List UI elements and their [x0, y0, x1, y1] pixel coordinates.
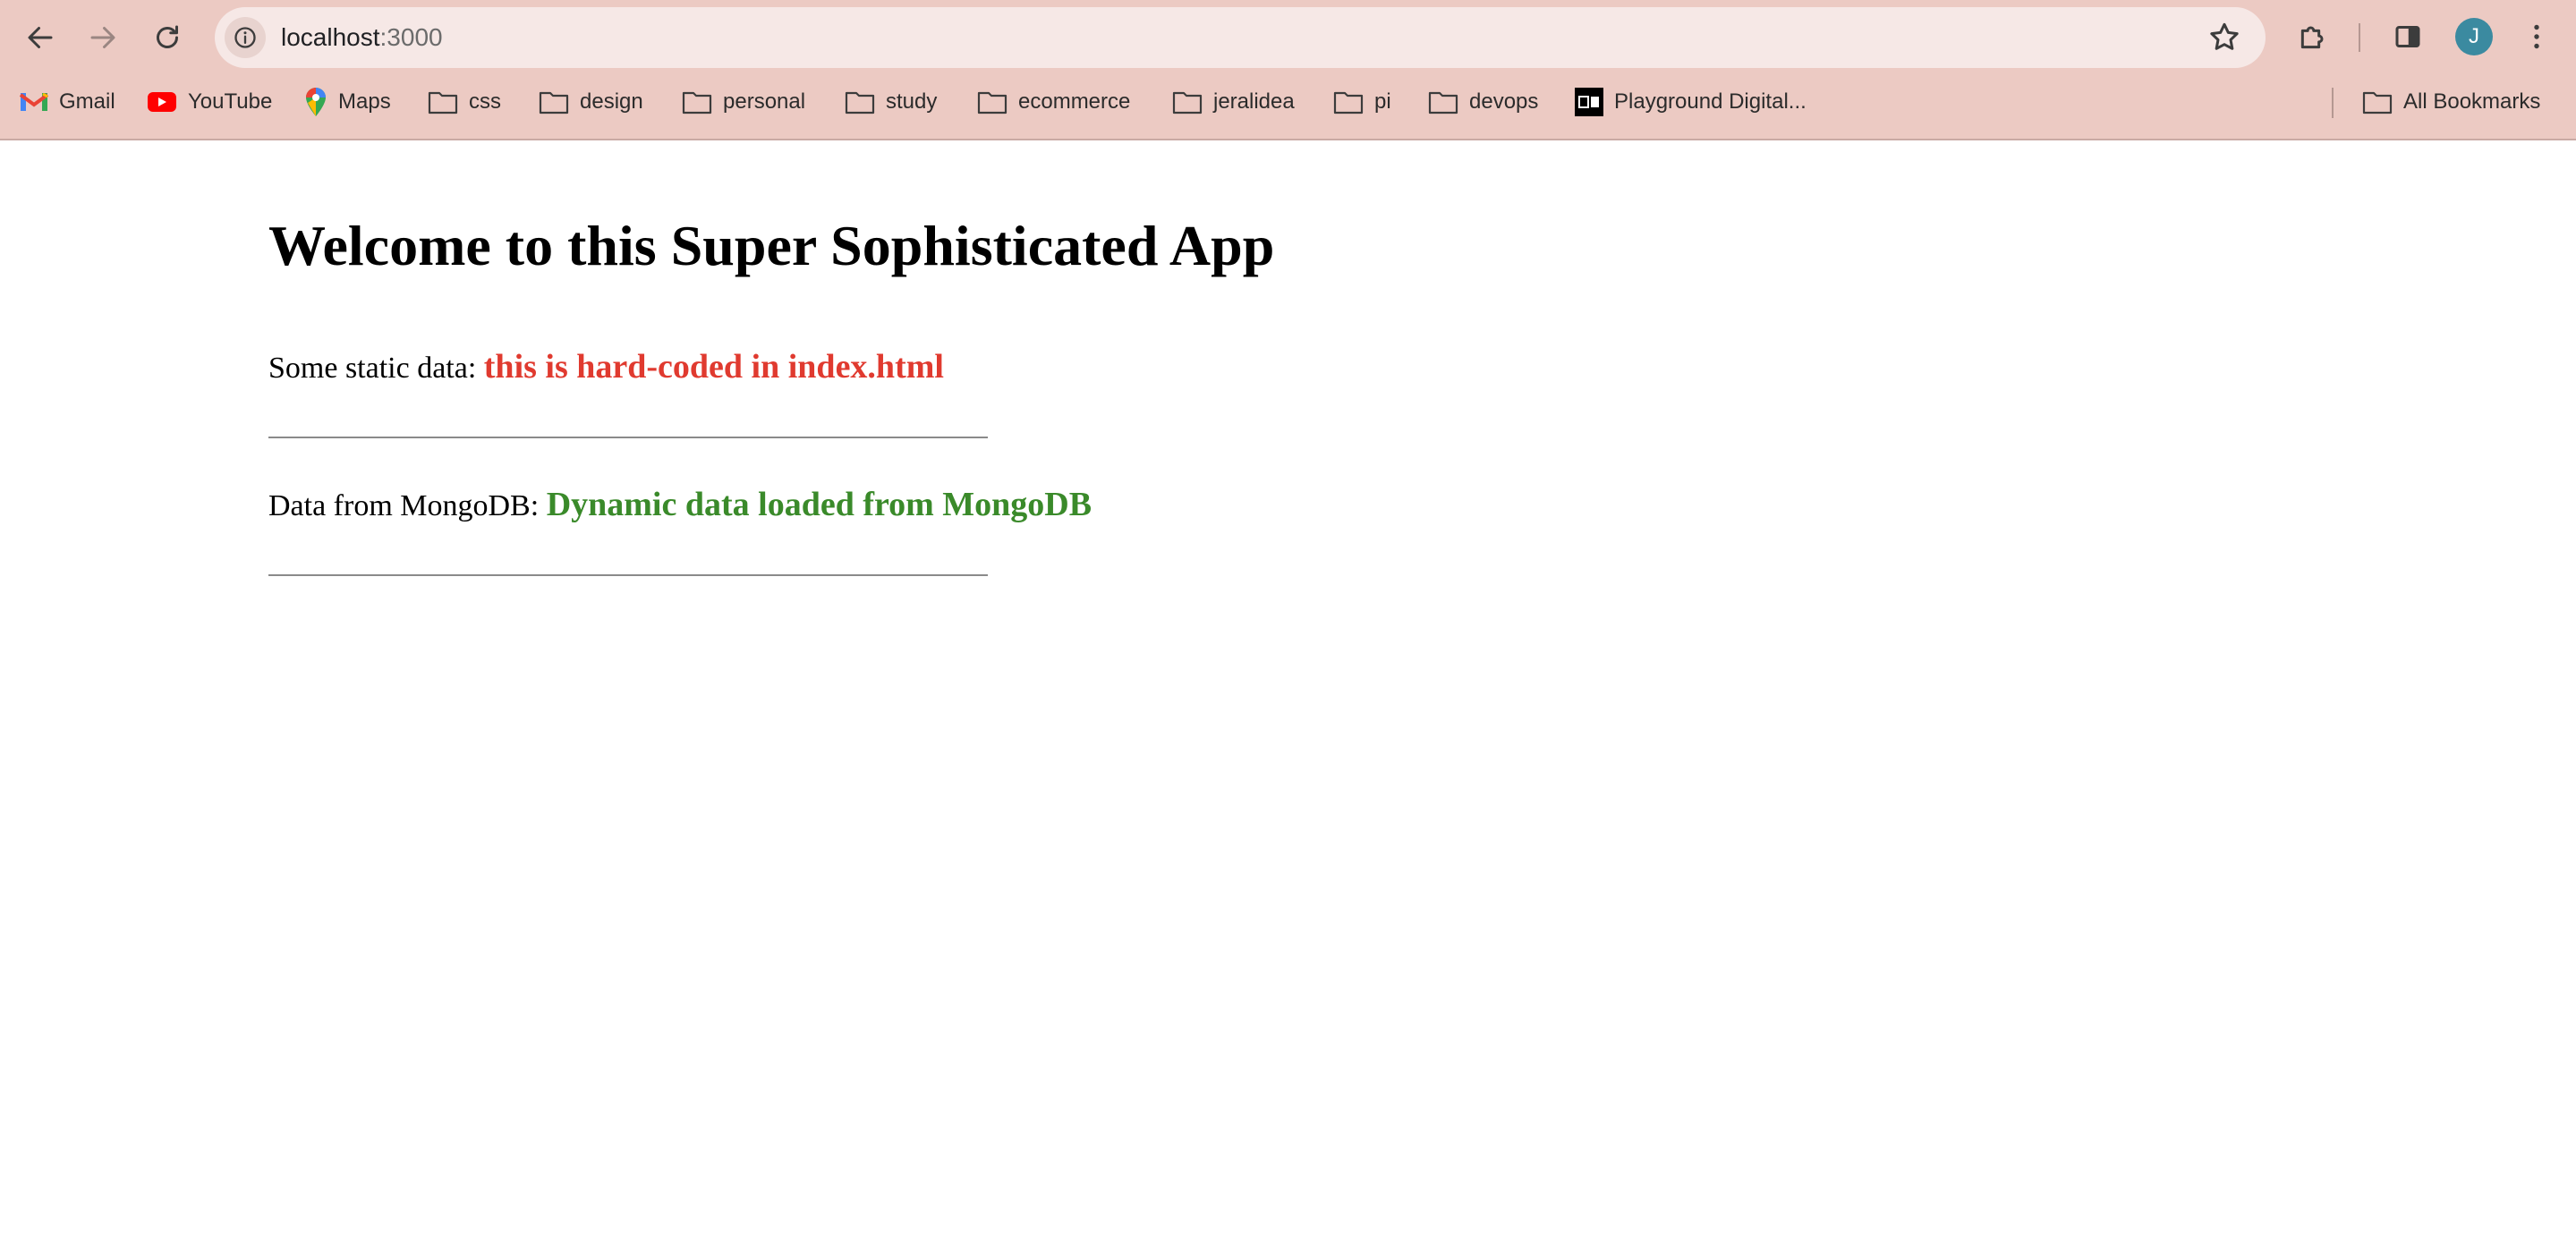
- url-text[interactable]: localhost:3000: [281, 23, 443, 52]
- bookmark-folder-personal[interactable]: personal: [682, 81, 805, 123]
- folder-icon: [845, 91, 875, 115]
- bookmark-folder-devops[interactable]: devops: [1428, 81, 1538, 123]
- gmail-icon: [20, 92, 48, 111]
- folder-icon: [1172, 91, 1203, 115]
- url-host: localhost: [281, 23, 380, 51]
- folder-icon: [2362, 91, 2393, 115]
- url-port: :3000: [379, 23, 443, 51]
- arrow-right-icon: [90, 27, 115, 48]
- bookmark-folder-ecommerce[interactable]: ecommerce: [977, 81, 1130, 123]
- mongodb-data-row: Data from MongoDB: Dynamic data loaded f…: [268, 487, 1092, 524]
- puzzle-icon: [2300, 26, 2324, 49]
- maps-icon: [306, 88, 326, 116]
- bookmark-label: personal: [723, 89, 806, 114]
- menu-button[interactable]: [2516, 16, 2557, 57]
- side-panel-button[interactable]: [2387, 16, 2428, 57]
- bookmark-playground-digital[interactable]: Playground Digital...: [1575, 81, 1807, 123]
- kebab-menu-icon: [2534, 24, 2539, 49]
- bookmark-youtube[interactable]: YouTube: [147, 81, 272, 123]
- folder-icon: [428, 91, 458, 115]
- bookmark-gmail[interactable]: Gmail: [20, 81, 115, 123]
- forward-button[interactable]: [79, 13, 127, 62]
- bookmark-label: css: [469, 89, 501, 114]
- bookmark-label: YouTube: [188, 89, 273, 114]
- divider-1: [268, 437, 988, 438]
- mongodb-data-value: Dynamic data loaded from MongoDB: [546, 486, 1092, 523]
- bookmark-star-icon[interactable]: [2206, 20, 2242, 55]
- bookmark-label: jeralidea: [1213, 89, 1295, 114]
- youtube-icon: [148, 92, 176, 112]
- static-data-label: Some static data:: [268, 352, 477, 385]
- browser-chrome: localhost:3000 J Gmail YouTube Maps css: [0, 0, 2576, 140]
- bookmark-label: study: [886, 89, 938, 114]
- folder-icon: [1333, 91, 1364, 115]
- folder-icon: [539, 91, 569, 115]
- bookmark-folder-pi[interactable]: pi: [1333, 81, 1391, 123]
- divider-2: [268, 574, 988, 576]
- folder-icon: [977, 91, 1007, 115]
- profile-avatar[interactable]: J: [2455, 18, 2493, 55]
- bookmark-label: Maps: [338, 89, 391, 114]
- mongodb-data-label: Data from MongoDB:: [268, 489, 540, 522]
- extensions-button[interactable]: [2292, 16, 2334, 57]
- site-info-icon[interactable]: [225, 17, 266, 58]
- bookmark-label: ecommerce: [1018, 89, 1131, 114]
- side-panel-icon: [2395, 26, 2420, 47]
- bookmarks-bar: Gmail YouTube Maps css design personal s…: [0, 81, 2576, 123]
- bookmark-label: pi: [1374, 89, 1391, 114]
- bookmark-maps[interactable]: Maps: [304, 81, 391, 123]
- folder-icon: [1428, 91, 1458, 115]
- playground-digital-icon: [1575, 88, 1603, 116]
- bookmark-label: Playground Digital...: [1614, 89, 1807, 114]
- static-data-value: this is hard-coded in index.html: [483, 348, 944, 386]
- bookmark-folder-css[interactable]: css: [428, 81, 501, 123]
- page-title: Welcome to this Super Sophisticated App: [268, 214, 1275, 277]
- all-bookmarks-button[interactable]: All Bookmarks: [2362, 81, 2540, 123]
- reload-button[interactable]: [143, 13, 191, 62]
- bookmark-folder-study[interactable]: study: [845, 81, 937, 123]
- bookmarks-divider: [2332, 88, 2334, 118]
- bookmark-label: devops: [1469, 89, 1539, 114]
- folder-icon: [682, 91, 712, 115]
- toolbar-divider: [2359, 23, 2360, 52]
- bookmark-label: design: [580, 89, 643, 114]
- address-bar[interactable]: localhost:3000: [215, 7, 2266, 68]
- bookmark-folder-design[interactable]: design: [539, 81, 643, 123]
- bookmark-label: Gmail: [59, 89, 115, 114]
- bookmark-folder-jeralidea[interactable]: jeralidea: [1172, 81, 1295, 123]
- all-bookmarks-label: All Bookmarks: [2403, 89, 2541, 114]
- static-data-row: Some static data: this is hard-coded in …: [268, 349, 944, 386]
- page-content: Welcome to this Super Sophisticated App …: [268, 213, 1342, 576]
- back-button[interactable]: [16, 13, 64, 62]
- reload-icon: [157, 25, 178, 48]
- arrow-left-icon: [28, 27, 53, 48]
